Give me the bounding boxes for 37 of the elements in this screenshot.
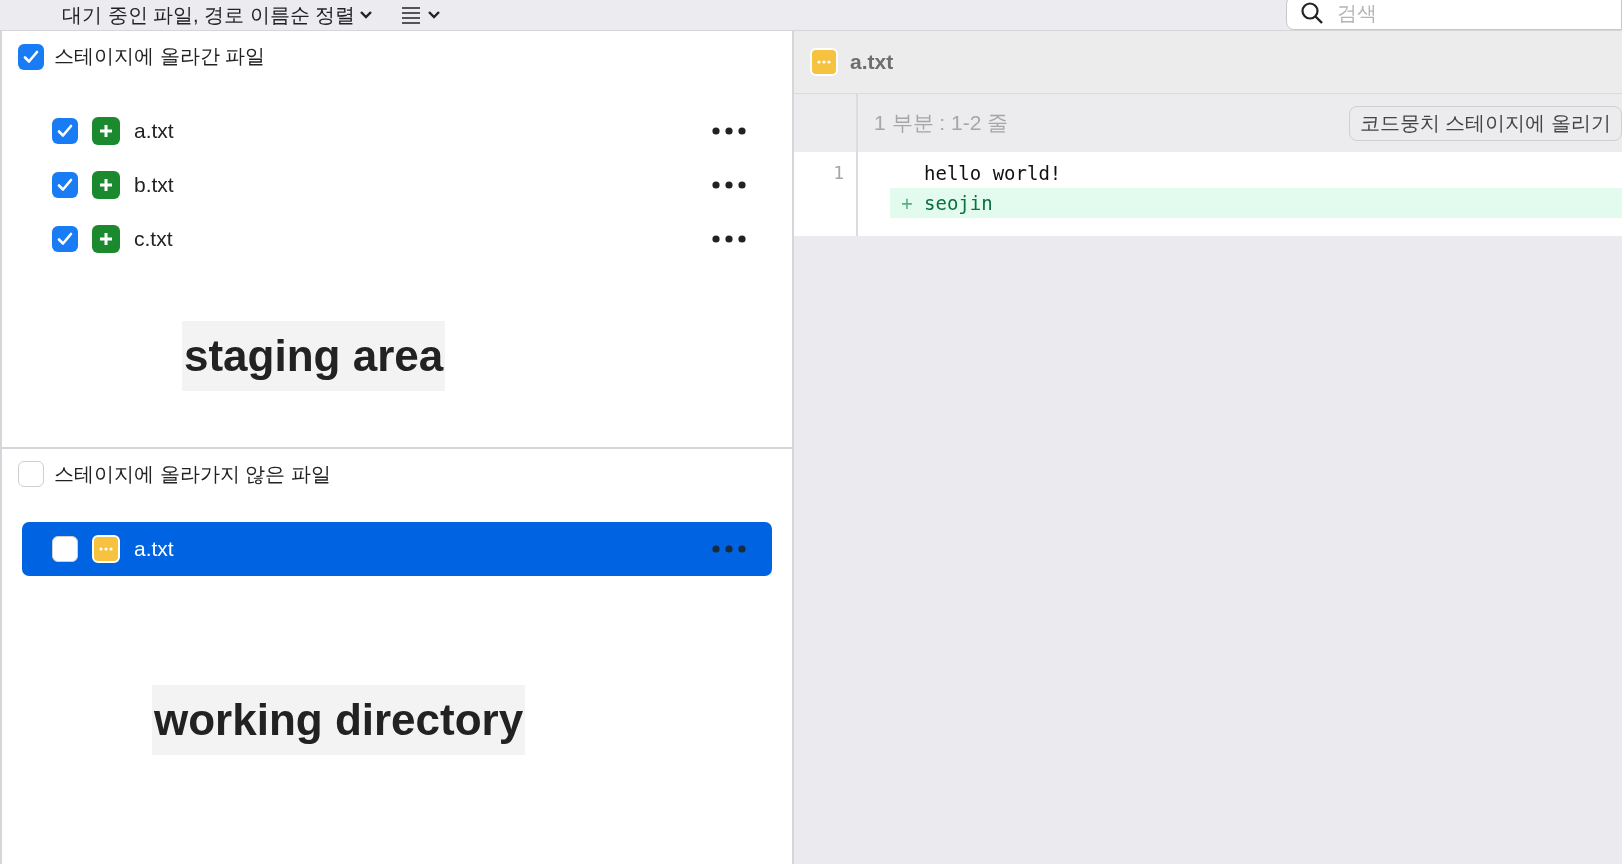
checkbox[interactable] [52, 535, 78, 562]
search-icon [1300, 1, 1324, 25]
checkmark-icon [57, 124, 73, 138]
hunk-header: 1 부분 : 1-2 줄 [874, 110, 1009, 136]
file-title: a.txt [850, 50, 894, 74]
file-name: b.txt [134, 173, 175, 197]
line-number: 1 [833, 162, 844, 183]
section-title: 스테이지에 올라간 파일 [54, 44, 266, 69]
checkmark-icon [57, 178, 73, 192]
checkbox[interactable] [52, 118, 78, 144]
annotation-label: working directory [152, 684, 526, 755]
checkbox[interactable] [52, 172, 78, 198]
view-options-button[interactable] [401, 5, 442, 25]
list-icon [401, 5, 422, 25]
section-title: 스테이지에 올라가지 않은 파일 [54, 461, 331, 487]
file-row[interactable]: c.txt [22, 212, 772, 266]
file-row[interactable]: a.txt [22, 521, 772, 576]
file-name: a.txt [134, 119, 175, 143]
chevron-down-icon [359, 10, 374, 20]
more-icon[interactable] [712, 235, 746, 243]
file-name: a.txt [134, 536, 175, 561]
more-icon[interactable] [712, 181, 746, 189]
more-icon[interactable] [712, 127, 746, 135]
file-row[interactable]: a.txt [22, 104, 772, 158]
checkmark-icon [23, 49, 39, 64]
checkbox[interactable] [18, 461, 44, 487]
code-line: hello world! [923, 161, 1063, 186]
checkbox[interactable] [52, 226, 78, 252]
checkbox[interactable] [18, 43, 44, 70]
sort-dropdown[interactable]: 대기 중인 파일, 경로 이름순 정렬 [62, 1, 374, 29]
file-row[interactable]: b.txt [22, 158, 772, 212]
checkmark-icon [57, 232, 73, 246]
chevron-down-icon [427, 10, 442, 20]
file-name: c.txt [134, 227, 174, 251]
search-field[interactable]: 검색 [1286, 0, 1622, 30]
annotation-label: staging area [182, 321, 446, 392]
stage-hunk-button[interactable]: 코드뭉치 스테이지에 올리기 [1348, 105, 1622, 141]
